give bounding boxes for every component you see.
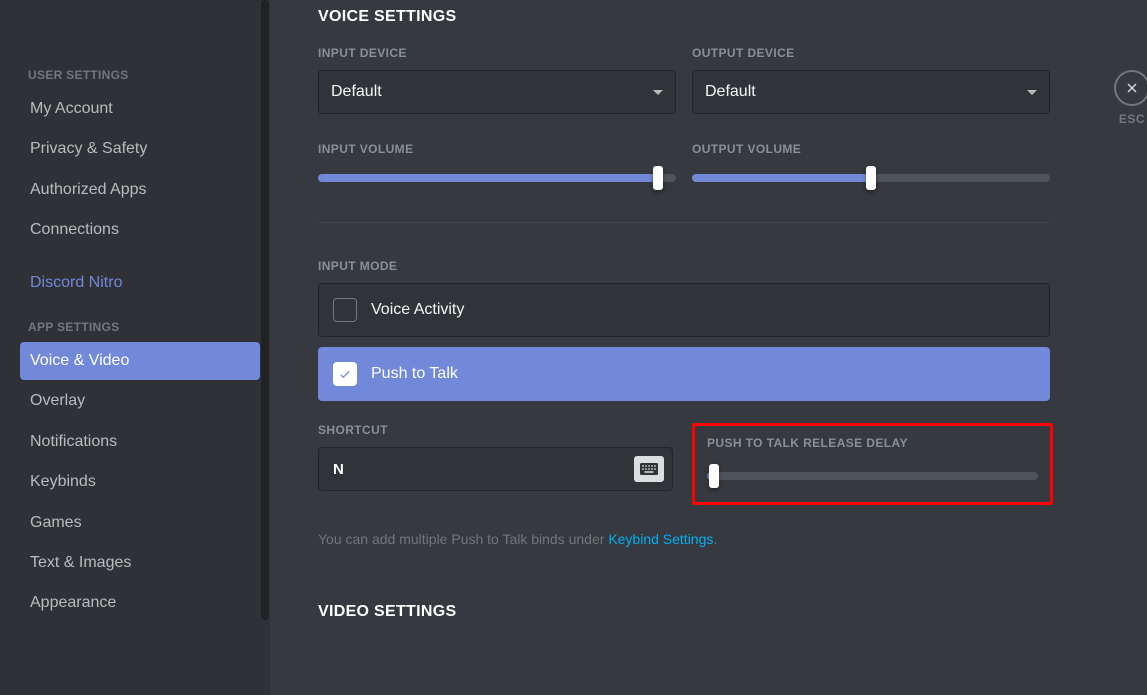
sidebar-item-voice-video[interactable]: Voice & Video [20,342,260,380]
sidebar-header-user: USER SETTINGS [20,60,260,88]
sidebar-item-privacy-safety[interactable]: Privacy & Safety [20,130,260,168]
sidebar-item-appearance[interactable]: Appearance [20,584,260,622]
input-volume-slider[interactable] [318,166,676,190]
close-icon [1124,80,1140,96]
sidebar-item-connections[interactable]: Connections [20,211,260,249]
slider-thumb[interactable] [653,166,663,190]
checkbox-checked-icon [333,362,357,386]
sidebar-scrollbar-thumb[interactable] [261,0,269,620]
ptt-delay-label: PUSH TO TALK RELEASE DELAY [707,436,1038,450]
input-mode-label: INPUT MODE [318,259,1050,273]
sidebar-item-authorized-apps[interactable]: Authorized Apps [20,171,260,209]
slider-thumb[interactable] [709,464,719,488]
output-volume-slider[interactable] [692,166,1050,190]
chevron-down-icon [1027,90,1037,95]
divider [318,222,1050,223]
settings-content: VOICE SETTINGS INPUT DEVICE Default OUTP… [270,0,1090,695]
output-volume-label: OUTPUT VOLUME [692,142,1050,156]
sidebar-item-keybinds[interactable]: Keybinds [20,463,260,501]
input-mode-voice-activity[interactable]: Voice Activity [318,283,1050,337]
keyboard-icon[interactable] [634,456,664,482]
close-button[interactable] [1114,70,1147,106]
sidebar-item-notifications[interactable]: Notifications [20,423,260,461]
sidebar-item-games[interactable]: Games [20,504,260,542]
slider-thumb[interactable] [866,166,876,190]
input-device-dropdown[interactable]: Default [318,70,676,114]
chevron-down-icon [653,90,663,95]
checkbox-icon [333,298,357,322]
output-device-value: Default [705,83,756,101]
sidebar-item-text-images[interactable]: Text & Images [20,544,260,582]
sidebar-item-discord-nitro[interactable]: Discord Nitro [20,264,260,302]
input-device-value: Default [331,83,382,101]
output-device-label: OUTPUT DEVICE [692,46,1050,60]
settings-sidebar: USER SETTINGS My Account Privacy & Safet… [0,0,270,695]
input-volume-label: INPUT VOLUME [318,142,676,156]
option-label: Voice Activity [371,301,464,319]
video-settings-title: VIDEO SETTINGS [318,603,1050,621]
shortcut-label: SHORTCUT [318,423,673,437]
ptt-delay-highlight: PUSH TO TALK RELEASE DELAY [692,423,1053,505]
input-device-label: INPUT DEVICE [318,46,676,60]
output-device-dropdown[interactable]: Default [692,70,1050,114]
input-mode-push-to-talk[interactable]: Push to Talk [318,347,1050,401]
shortcut-input[interactable]: N [318,447,673,491]
sidebar-header-app: APP SETTINGS [20,312,260,340]
esc-label: ESC [1119,112,1145,126]
option-label: Push to Talk [371,365,458,383]
voice-settings-title: VOICE SETTINGS [318,8,1050,26]
ptt-delay-slider[interactable] [707,464,1038,488]
ptt-hint: You can add multiple Push to Talk binds … [318,531,1050,547]
sidebar-item-my-account[interactable]: My Account [20,90,260,128]
shortcut-value: N [333,461,344,478]
keybind-settings-link[interactable]: Keybind Settings [608,531,713,547]
sidebar-item-overlay[interactable]: Overlay [20,382,260,420]
